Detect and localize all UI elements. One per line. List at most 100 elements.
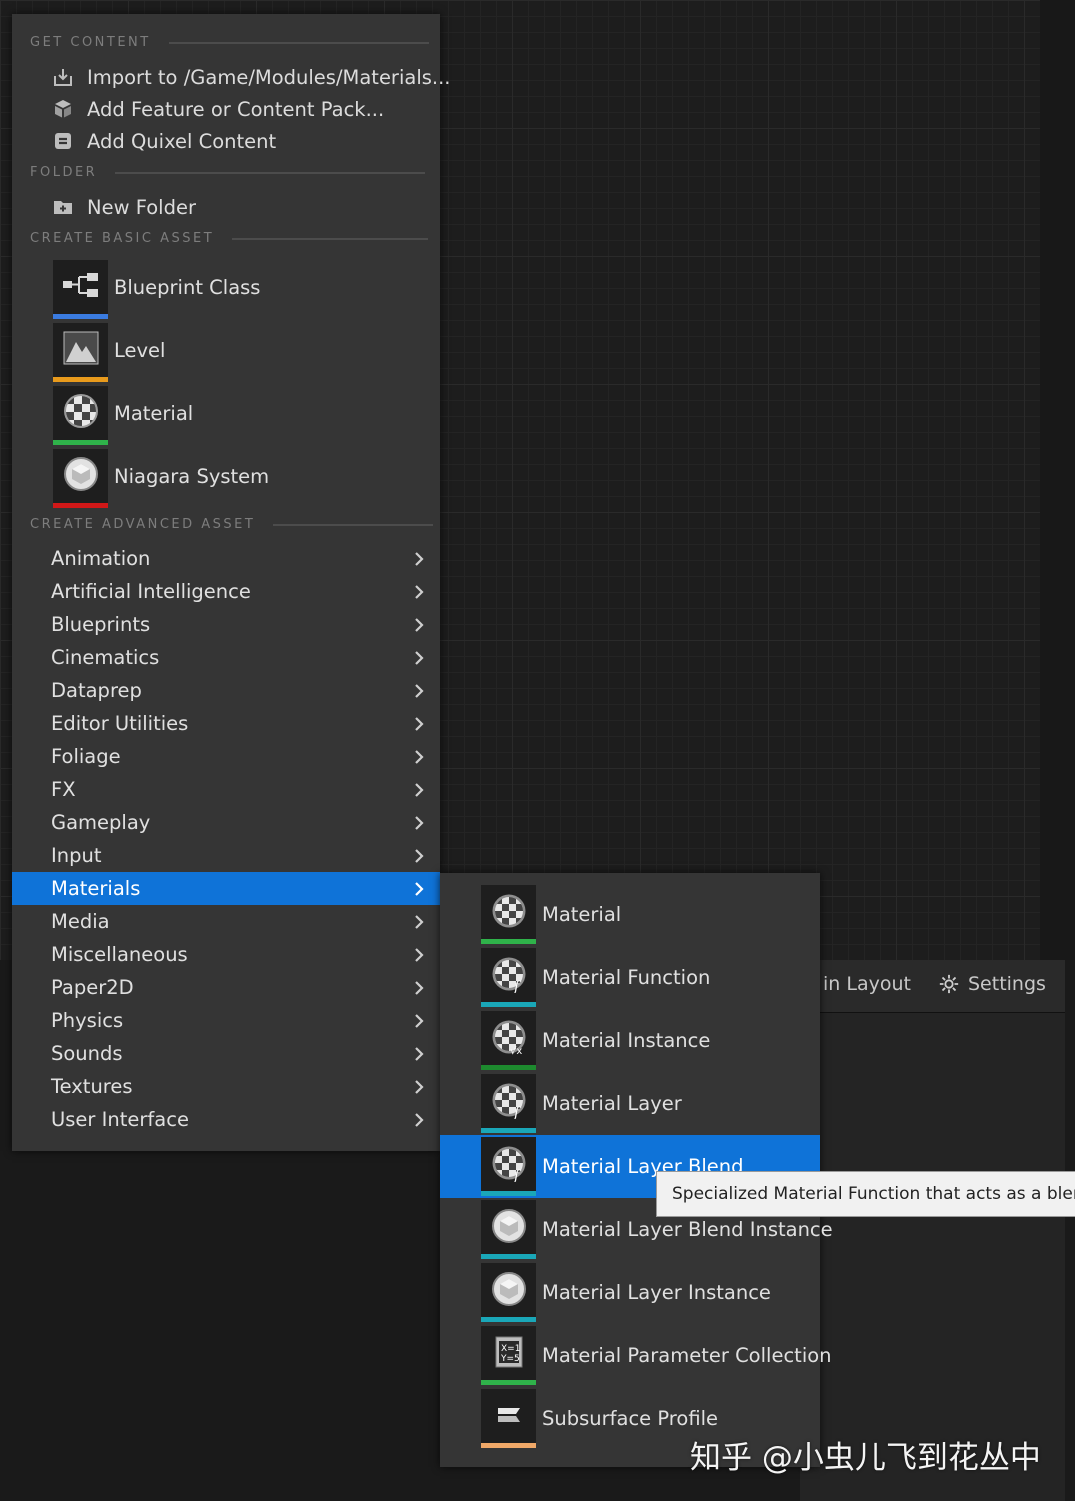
basic-asset-material[interactable]: Material [53,383,194,445]
menu-item-label: Add Quixel Content [87,129,277,153]
category-physics[interactable]: Physics [12,1004,440,1037]
asset-color-bar [481,1002,536,1007]
submenu-item-material-layer-instance[interactable]: Material Layer Instance [440,1261,820,1324]
import-icon [52,66,74,88]
submenu-item-label: Material Layer Blend Instance [542,1218,833,1241]
chevron-right-icon [415,981,424,995]
material-layer-instance-icon [481,1263,536,1322]
chevron-right-icon [415,585,424,599]
category-gameplay[interactable]: Gameplay [12,806,440,839]
asset-color-bar [481,939,536,944]
category-label: Materials [51,877,141,900]
category-label: Miscellaneous [51,943,188,966]
chevron-right-icon [415,948,424,962]
section-folder-label: FOLDER [30,165,98,180]
category-label: Artificial Intelligence [51,580,251,603]
svg-text:X=1: X=1 [501,1344,520,1354]
submenu-item-material-layer[interactable]: f Material Layer [440,1072,820,1135]
section-get-content-label: GET CONTENT [30,35,151,50]
category-cinematics[interactable]: Cinematics [12,641,440,674]
asset-label: Blueprint Class [114,275,261,299]
category-label: Textures [51,1075,133,1098]
asset-label: Material [114,401,194,425]
category-sounds[interactable]: Sounds [12,1037,440,1070]
category-label: Paper2D [51,976,134,999]
asset-color-bar [481,1128,536,1133]
chevron-right-icon [415,882,424,896]
section-folder: FOLDER [30,165,426,180]
category-label: Physics [51,1009,124,1032]
category-miscellaneous[interactable]: Miscellaneous [12,938,440,971]
section-get-content: GET CONTENT [30,35,429,50]
category-dataprep[interactable]: Dataprep [12,674,440,707]
menu-item-add-quixel[interactable]: Add Quixel Content [52,126,276,156]
submenu-item-material-function[interactable]: f Material Function [440,946,820,1009]
menu-item-add-feature-pack[interactable]: Add Feature or Content Pack... [52,94,384,124]
asset-color-bar [481,1191,536,1196]
category-paper2d[interactable]: Paper2D [12,971,440,1004]
section-divider [273,523,434,526]
submenu-item-label: Subsurface Profile [542,1407,719,1430]
category-blueprints[interactable]: Blueprints [12,608,440,641]
svg-text:√x: √x [510,1046,522,1056]
menu-item-label: Add Feature or Content Pack... [87,97,385,121]
materials-submenu: Material f Material Function √x Material Ins… [440,873,833,1467]
category-label: Gameplay [51,811,151,834]
chevron-right-icon [415,618,424,632]
asset-color-bar [53,439,108,445]
settings-button[interactable]: Settings [938,973,1046,995]
category-label: Dataprep [51,679,142,702]
chevron-right-icon [415,651,424,665]
section-create-advanced-label: CREATE ADVANCED ASSET [30,517,256,532]
submenu-item-material[interactable]: Material [440,883,820,946]
chevron-right-icon [415,684,424,698]
menu-item-new-folder[interactable]: New Folder [52,192,196,222]
quixel-icon [52,130,74,152]
category-animation[interactable]: Animation [12,542,440,575]
material-layer-blend-icon: f [481,1137,536,1196]
category-label: Cinematics [51,646,160,669]
category-editor-utilities[interactable]: Editor Utilities [12,707,440,740]
chevron-right-icon [415,816,424,830]
chevron-right-icon [415,1080,424,1094]
asset-color-bar [481,1065,536,1070]
gear-icon [939,974,959,994]
category-label: Animation [51,547,151,570]
category-user-interface[interactable]: User Interface [12,1103,440,1136]
section-create-basic-label: CREATE BASIC ASSET [30,231,215,246]
basic-asset-niagara-system[interactable]: Niagara System [53,446,269,508]
chevron-right-icon [415,915,424,929]
category-foliage[interactable]: Foliage [12,740,440,773]
blueprint-icon [53,259,108,319]
section-create-advanced-asset: CREATE ADVANCED ASSET [30,517,434,532]
chevron-right-icon [415,849,424,863]
category-materials[interactable]: Materials [12,872,440,905]
niagara-icon [53,448,108,508]
menu-item-import[interactable]: Import to /Game/Modules/Materials... [52,62,451,92]
submenu-item-material-instance[interactable]: √x Material Instance [440,1009,820,1072]
basic-asset-level[interactable]: Level [53,320,165,382]
category-input[interactable]: Input [12,839,440,872]
editor-toolbar: in Layout Settings [800,960,1065,1013]
section-divider [115,171,426,174]
chevron-right-icon [415,1014,424,1028]
category-label: Editor Utilities [51,712,189,735]
layout-menu-button[interactable]: in Layout [823,973,911,995]
asset-color-bar [481,1443,536,1448]
material-instance-icon: √x [481,1011,536,1070]
category-textures[interactable]: Textures [12,1070,440,1103]
material-icon [53,385,108,445]
submenu-item-label: Material Function [542,966,711,989]
svg-text:Y=5: Y=5 [500,1354,520,1364]
basic-asset-blueprint-class[interactable]: Blueprint Class [53,257,261,319]
category-artificial-intelligence[interactable]: Artificial Intelligence [12,575,440,608]
category-media[interactable]: Media [12,905,440,938]
watermark: 知乎 @小虫儿飞到花丛中 [690,1440,1041,1476]
material-layer-blend-instance-icon [481,1200,536,1259]
subsurface-profile-icon [481,1389,536,1448]
category-label: Media [51,910,110,933]
submenu-item-material-parameter-collection[interactable]: X=1 Y=5 Material Parameter Collection [440,1324,832,1387]
category-fx[interactable]: FX [12,773,440,806]
section-divider [232,237,429,240]
asset-color-bar [481,1254,536,1259]
